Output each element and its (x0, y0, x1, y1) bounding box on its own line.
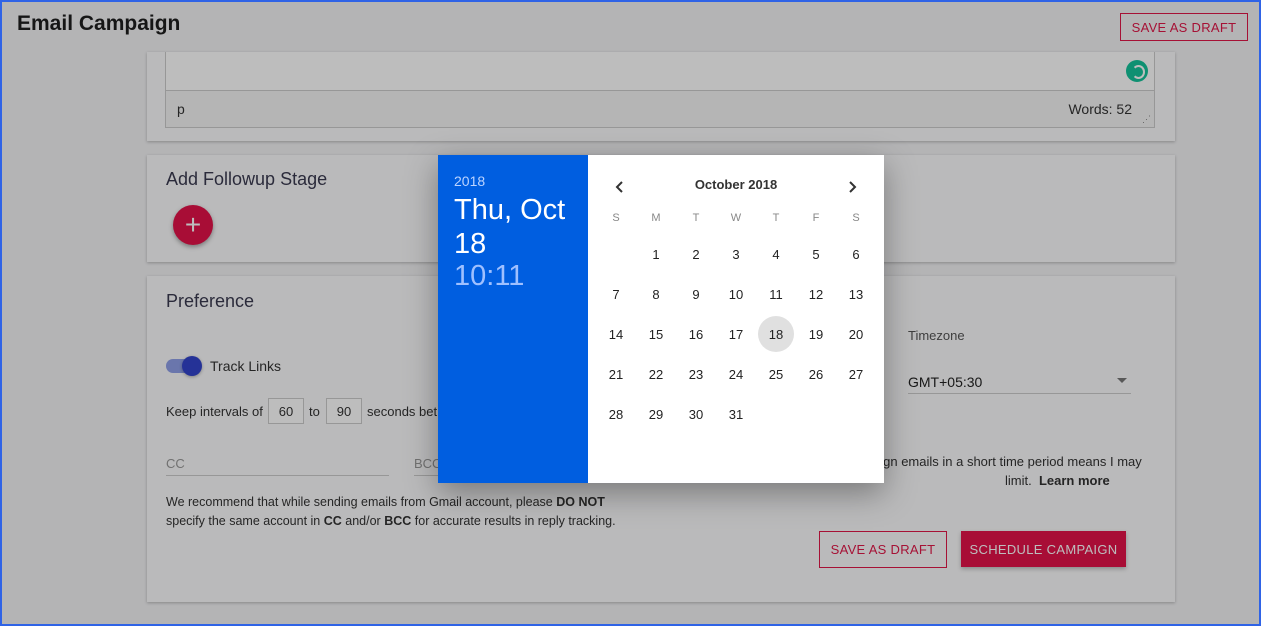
calendar-day[interactable]: 13 (838, 276, 874, 312)
calendar-day[interactable]: 12 (798, 276, 834, 312)
calendar-day[interactable]: 26 (798, 356, 834, 392)
calendar-day[interactable]: 15 (638, 316, 674, 352)
calendar-day[interactable]: 16 (678, 316, 714, 352)
calendar-day[interactable]: 6 (838, 236, 874, 272)
calendar-day[interactable]: 27 (838, 356, 874, 392)
weekday-header: T (772, 212, 780, 224)
weekday-header: S (852, 212, 860, 224)
next-month-button[interactable] (840, 175, 864, 199)
calendar-day[interactable]: 25 (758, 356, 794, 392)
calendar-day[interactable]: 11 (758, 276, 794, 312)
date-picker-dialog: 2018 Thu, Oct 18 10:11 October 2018 SMTW… (438, 155, 884, 483)
weekday-header: F (812, 212, 820, 224)
weekday-header: T (692, 212, 700, 224)
calendar-day[interactable]: 8 (638, 276, 674, 312)
calendar-day[interactable]: 9 (678, 276, 714, 312)
calendar-day[interactable]: 3 (718, 236, 754, 272)
picker-year[interactable]: 2018 (454, 173, 485, 189)
calendar-day[interactable]: 30 (678, 396, 714, 432)
calendar-day[interactable]: 29 (638, 396, 674, 432)
calendar-day[interactable]: 24 (718, 356, 754, 392)
date-picker-header: 2018 Thu, Oct 18 10:11 (438, 155, 588, 483)
calendar-day[interactable]: 31 (718, 396, 754, 432)
calendar-day[interactable]: 2 (678, 236, 714, 272)
weekday-header: W (730, 212, 742, 224)
calendar-day[interactable]: 1 (638, 236, 674, 272)
calendar-day-selected[interactable]: 18 (758, 316, 794, 352)
picker-selected-date: Thu, Oct 18 (454, 194, 566, 260)
calendar-day[interactable]: 22 (638, 356, 674, 392)
calendar-day[interactable]: 14 (598, 316, 634, 352)
calendar-day[interactable]: 7 (598, 276, 634, 312)
calendar-day[interactable]: 4 (758, 236, 794, 272)
weekday-header: M (651, 212, 661, 224)
calendar-day[interactable]: 23 (678, 356, 714, 392)
calendar-day[interactable]: 19 (798, 316, 834, 352)
calendar: October 2018 SMTWTFS 1 2 3 4 5 6 7 8 9 10 11 12 13 14… (588, 155, 884, 483)
calendar-day[interactable]: 21 (598, 356, 634, 392)
chevron-right-icon (849, 181, 857, 193)
picker-time[interactable]: 10:11 (454, 260, 524, 293)
calendar-day[interactable]: 10 (718, 276, 754, 312)
calendar-day[interactable]: 5 (798, 236, 834, 272)
calendar-day[interactable]: 28 (598, 396, 634, 432)
calendar-day[interactable]: 17 (718, 316, 754, 352)
weekday-header: S (612, 212, 620, 224)
calendar-day[interactable]: 20 (838, 316, 874, 352)
